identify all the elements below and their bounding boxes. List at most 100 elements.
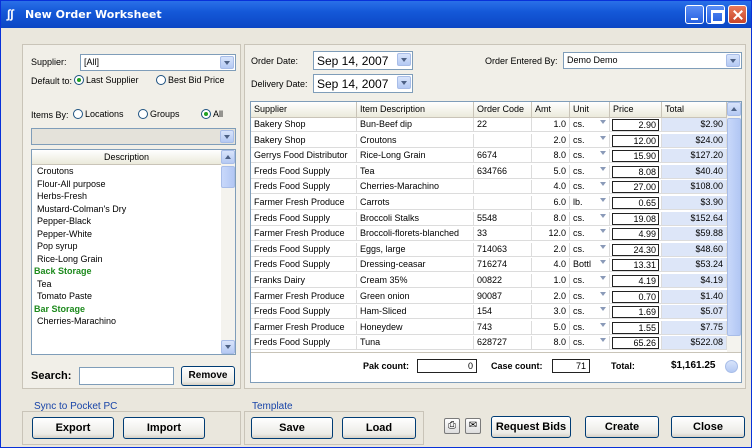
cell-price[interactable]: 12.00 [610, 133, 662, 148]
list-item[interactable]: Herbs-Fresh [32, 190, 235, 203]
column-header-order-code[interactable]: Order Code [474, 102, 532, 118]
cell-unit[interactable]: cs. [570, 211, 610, 226]
list-item[interactable]: Pop syrup [32, 240, 235, 253]
close-window-button[interactable] [728, 5, 747, 24]
cell-amount[interactable]: 1.0 [532, 118, 570, 132]
scroll-down-icon[interactable] [221, 340, 235, 354]
cell-amount[interactable]: 4.0 [532, 180, 570, 195]
chevron-down-icon[interactable] [600, 182, 606, 187]
cell-price[interactable]: 2.90 [610, 118, 662, 132]
cell-unit[interactable]: cs. [570, 118, 610, 132]
order-grid[interactable]: Supplier Item Description Order Code Amt Uni… [250, 101, 742, 383]
price-input[interactable]: 24.30 [612, 243, 659, 256]
cell-amount[interactable]: 2.0 [532, 133, 570, 148]
minimize-button[interactable] [685, 5, 704, 24]
list-item[interactable]: Croutons [32, 165, 235, 178]
chevron-down-icon[interactable] [600, 120, 606, 124]
search-input[interactable] [79, 367, 174, 385]
table-row[interactable]: Freds Food Supply Eggs, large 714063 2.0 cs.… [251, 242, 727, 257]
cell-unit[interactable]: cs. [570, 336, 610, 351]
table-row[interactable]: Freds Food Supply Tuna 628727 8.0 cs. 65.26 $5… [251, 336, 727, 351]
list-item[interactable]: Pepper-Black [32, 215, 235, 228]
supplier-select[interactable]: [All] [80, 54, 236, 71]
cell-unit[interactable]: cs. [570, 289, 610, 304]
cell-price[interactable]: 0.70 [610, 289, 662, 304]
items-filter-select[interactable] [31, 128, 236, 145]
request-bids-button[interactable]: Request Bids [491, 416, 571, 438]
chevron-down-icon[interactable] [600, 291, 606, 296]
list-scrollbar[interactable] [221, 150, 235, 354]
chevron-down-icon[interactable] [725, 360, 738, 373]
price-input[interactable]: 1.69 [612, 306, 659, 319]
email-icon[interactable]: ✉ [465, 418, 481, 434]
list-item[interactable]: Flour-All purpose [32, 178, 235, 191]
price-input[interactable]: 8.08 [612, 165, 659, 178]
table-row[interactable]: Bakery Shop Bun-Beef dip 22 1.0 cs. 2.90 $2.90 [251, 118, 727, 132]
list-item[interactable]: Tea [32, 278, 235, 291]
cell-amount[interactable]: 6.0 [532, 196, 570, 210]
price-input[interactable]: 15.90 [612, 150, 659, 163]
save-template-button[interactable]: Save [251, 417, 333, 439]
cell-unit[interactable]: cs. [570, 274, 610, 288]
export-button[interactable]: Export [32, 417, 114, 439]
table-row[interactable]: Freds Food Supply Broccoli Stalks 5548 8.0 c… [251, 211, 727, 226]
scroll-up-icon[interactable] [727, 102, 741, 116]
list-item[interactable]: Cherries-Marachino [32, 315, 235, 328]
chevron-down-icon[interactable] [600, 198, 606, 202]
cell-unit[interactable]: cs. [570, 149, 610, 164]
price-input[interactable]: 65.26 [612, 337, 659, 350]
table-row[interactable]: Farmer Fresh Produce Broccoli-florets-bla… [251, 227, 727, 242]
maximize-button[interactable] [706, 5, 725, 24]
cell-unit[interactable]: cs. [570, 320, 610, 335]
cell-price[interactable]: 19.08 [610, 211, 662, 226]
column-header-unit[interactable]: Unit [570, 102, 610, 118]
cell-unit[interactable]: lb. [570, 196, 610, 210]
table-row[interactable]: Farmer Fresh Produce Green onion 90087 2.0 c… [251, 289, 727, 304]
remove-button[interactable]: Remove [181, 366, 235, 386]
cell-price[interactable]: 4.19 [610, 274, 662, 288]
cell-amount[interactable]: 12.0 [532, 227, 570, 242]
cell-amount[interactable]: 2.0 [532, 289, 570, 304]
cell-price[interactable]: 27.00 [610, 180, 662, 195]
cell-unit[interactable]: cs. [570, 164, 610, 179]
cell-amount[interactable]: 8.0 [532, 149, 570, 164]
column-header-total[interactable]: Total [662, 102, 727, 118]
delivery-date-picker[interactable]: Sep 14, 2007 [313, 74, 413, 93]
list-item[interactable]: Mustard-Colman's Dry [32, 203, 235, 216]
price-input[interactable]: 27.00 [612, 181, 659, 194]
order-date-picker[interactable]: Sep 14, 2007 [313, 51, 413, 70]
chevron-down-icon[interactable] [600, 135, 606, 140]
grid-scrollbar[interactable] [727, 102, 741, 352]
chevron-down-icon[interactable] [600, 166, 606, 171]
list-item[interactable]: Tomato Paste [32, 290, 235, 303]
chevron-down-icon[interactable] [600, 322, 606, 327]
chevron-down-icon[interactable] [600, 307, 606, 312]
table-row[interactable]: Freds Food Supply Tea 634766 5.0 cs. 8.08 $40.… [251, 164, 727, 179]
table-row[interactable]: Bakery Shop Croutons 2.0 cs. 12.00 $24.00 [251, 133, 727, 148]
cell-unit[interactable]: Bottl [570, 258, 610, 273]
radio-all[interactable]: All [201, 109, 223, 119]
cell-amount[interactable]: 8.0 [532, 336, 570, 351]
column-header-price[interactable]: Price [610, 102, 662, 118]
column-header-amount[interactable]: Amt [532, 102, 570, 118]
chevron-down-icon[interactable] [600, 244, 606, 249]
cell-unit[interactable]: cs. [570, 133, 610, 148]
close-button[interactable]: Close [671, 416, 745, 438]
price-input[interactable]: 4.19 [612, 275, 659, 287]
table-row[interactable]: Freds Food Supply Dressing-ceasar 716274 4.… [251, 258, 727, 273]
chevron-down-icon[interactable] [600, 338, 606, 343]
table-row[interactable]: Freds Food Supply Cherries-Marachino 4.0 cs… [251, 180, 727, 195]
table-row[interactable]: Farmer Fresh Produce Carrots 6.0 lb. 0.65 $3.… [251, 196, 727, 210]
price-input[interactable]: 0.65 [612, 197, 659, 209]
cell-unit[interactable]: cs. [570, 305, 610, 320]
price-input[interactable]: 1.55 [612, 321, 659, 334]
cell-amount[interactable]: 8.0 [532, 211, 570, 226]
scroll-thumb[interactable] [727, 118, 741, 336]
price-input[interactable]: 2.90 [612, 119, 659, 131]
radio-best-bid-price[interactable]: Best Bid Price [156, 75, 225, 85]
radio-groups[interactable]: Groups [138, 109, 180, 119]
entered-by-select[interactable]: Demo Demo [563, 52, 742, 69]
load-template-button[interactable]: Load [342, 417, 416, 439]
price-input[interactable]: 13.31 [612, 259, 659, 272]
chevron-down-icon[interactable] [600, 151, 606, 156]
